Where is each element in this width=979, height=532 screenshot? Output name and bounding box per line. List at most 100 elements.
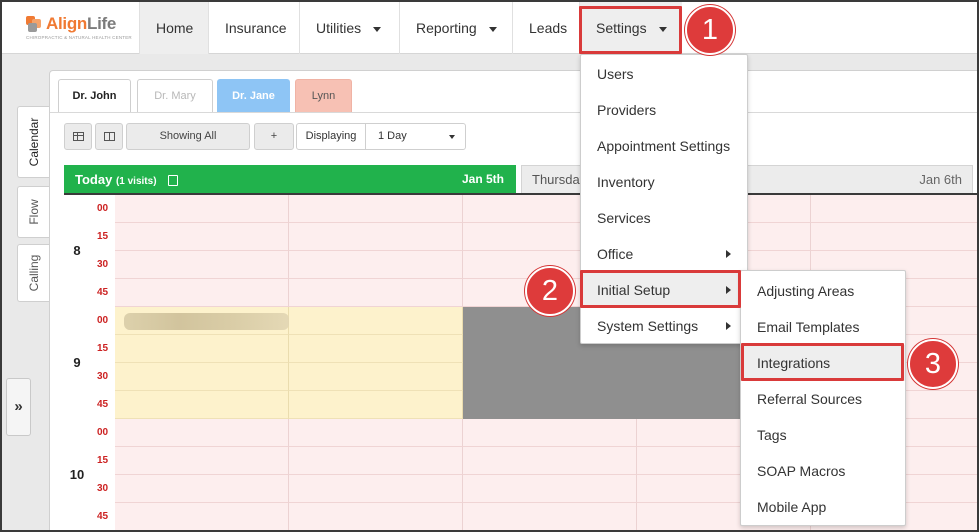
logo-tagline: CHIROPRACTIC & NATURAL HEALTH CENTER <box>26 35 132 40</box>
menu-item-users[interactable]: Users <box>581 56 747 92</box>
double-chevron-right-icon: » <box>14 398 23 415</box>
menu-item-soap-macros[interactable]: SOAP Macros <box>741 453 905 489</box>
appointment-slot[interactable] <box>289 391 463 419</box>
minute-label: 30 <box>90 475 115 503</box>
menu-item-tags-label: Tags <box>757 427 787 443</box>
menu-item-office[interactable]: Office <box>581 236 747 272</box>
column-view-button[interactable] <box>95 123 123 150</box>
time-slot[interactable] <box>115 223 289 251</box>
add-button[interactable]: + <box>254 123 294 150</box>
expand-sidebar-button[interactable]: » <box>6 378 31 436</box>
time-slot[interactable] <box>115 447 289 475</box>
chevron-right-icon <box>726 322 731 330</box>
menu-item-mobile-app[interactable]: Mobile App <box>741 489 905 525</box>
app-window: AlignLife CHIROPRACTIC & NATURAL HEALTH … <box>0 0 979 532</box>
displaying-label: Displaying <box>305 130 357 142</box>
time-slot[interactable] <box>289 251 463 279</box>
note-icon[interactable] <box>168 175 179 187</box>
time-slot[interactable] <box>115 251 289 279</box>
showing-all-button[interactable]: Showing All <box>126 123 250 150</box>
next-day-label: Thursday <box>532 172 587 187</box>
time-slot[interactable] <box>289 223 463 251</box>
menu-item-services[interactable]: Services <box>581 200 747 236</box>
nav-leads-label: Leads <box>529 20 568 36</box>
side-tab-calling-label: Calling <box>27 254 41 292</box>
logo-wordmark: AlignLife <box>46 14 117 33</box>
chevron-down-icon <box>449 135 455 139</box>
appointment-slot[interactable] <box>115 363 289 391</box>
minute-label: 30 <box>90 363 115 391</box>
time-slot[interactable] <box>289 279 463 307</box>
highlight-settings <box>579 6 682 54</box>
highlight-integrations <box>741 343 904 381</box>
plus-icon: + <box>270 130 278 142</box>
menu-item-referral-sources[interactable]: Referral Sources <box>741 381 905 417</box>
side-tab-calendar[interactable]: Calendar <box>17 106 50 178</box>
menu-item-adjusting-areas[interactable]: Adjusting Areas <box>741 273 905 309</box>
menu-item-office-label: Office <box>597 246 634 262</box>
today-visits: (1 visits) <box>115 176 157 187</box>
hour-label: 9 <box>64 307 90 419</box>
minute-label: 30 <box>90 251 115 279</box>
time-slot[interactable] <box>289 195 463 223</box>
menu-item-system-settings[interactable]: System Settings <box>581 308 747 344</box>
menu-item-inventory[interactable]: Inventory <box>581 164 747 200</box>
time-slot[interactable] <box>463 419 637 447</box>
top-nav: AlignLife CHIROPRACTIC & NATURAL HEALTH … <box>2 2 977 54</box>
appointment-slot[interactable] <box>115 335 289 363</box>
time-slot[interactable] <box>289 503 463 530</box>
tab-dr-mary-label: Dr. Mary <box>154 90 196 102</box>
nav-utilities[interactable]: Utilities <box>299 2 400 54</box>
tab-dr-mary[interactable]: Dr. Mary <box>137 79 213 112</box>
time-slot[interactable] <box>115 419 289 447</box>
nav-insurance[interactable]: Insurance <box>208 2 300 54</box>
side-tab-flow[interactable]: Flow <box>17 186 50 238</box>
nav-reporting[interactable]: Reporting <box>399 2 513 54</box>
chevron-down-icon <box>373 26 382 32</box>
callout-badge-1: 1 <box>685 5 735 55</box>
time-slot[interactable] <box>115 195 289 223</box>
tab-dr-john-label: Dr. John <box>72 90 117 102</box>
tab-lynn-label: Lynn <box>311 90 336 102</box>
appointment-slot[interactable] <box>289 335 463 363</box>
range-select-value: 1 Day <box>378 130 407 142</box>
time-slot[interactable] <box>289 419 463 447</box>
time-slot[interactable] <box>115 503 289 530</box>
nav-leads[interactable]: Leads <box>512 2 580 54</box>
minute-label: 15 <box>90 223 115 251</box>
time-slot[interactable] <box>463 447 637 475</box>
time-slot[interactable] <box>115 475 289 503</box>
tab-dr-john[interactable]: Dr. John <box>58 79 131 112</box>
menu-item-email-templates[interactable]: Email Templates <box>741 309 905 345</box>
appointment-slot[interactable] <box>289 363 463 391</box>
nav-home[interactable]: Home <box>139 2 209 54</box>
menu-item-tags[interactable]: Tags <box>741 417 905 453</box>
today-date: Jan 5th <box>461 172 504 186</box>
time-slot[interactable] <box>463 475 637 503</box>
time-slot[interactable] <box>811 223 977 251</box>
tab-dr-jane[interactable]: Dr. Jane <box>217 79 290 112</box>
menu-item-providers[interactable]: Providers <box>581 92 747 128</box>
menu-item-soap-macros-label: SOAP Macros <box>757 463 846 479</box>
grid-view-button[interactable] <box>64 123 92 150</box>
grid-view-icon <box>72 131 84 141</box>
tab-lynn[interactable]: Lynn <box>295 79 352 112</box>
appointment-slot[interactable] <box>289 307 463 335</box>
alignlife-logo[interactable]: AlignLife CHIROPRACTIC & NATURAL HEALTH … <box>26 14 132 42</box>
time-slot[interactable] <box>115 279 289 307</box>
blurred-patient-name[interactable] <box>124 313 289 330</box>
time-slot[interactable] <box>289 475 463 503</box>
time-slot[interactable] <box>463 503 637 530</box>
range-select[interactable]: 1 Day <box>365 123 466 150</box>
tab-dr-jane-label: Dr. Jane <box>232 90 275 102</box>
time-slot[interactable] <box>811 195 977 223</box>
side-tab-calling[interactable]: Calling <box>17 244 50 302</box>
nav-insurance-label: Insurance <box>225 20 287 36</box>
menu-item-appointment-settings[interactable]: Appointment Settings <box>581 128 747 164</box>
nav-home-label: Home <box>156 20 194 36</box>
hour-label: 8 <box>64 195 90 307</box>
appointment-slot[interactable] <box>115 391 289 419</box>
blocked-slot[interactable] <box>463 391 637 419</box>
blocked-slot[interactable] <box>463 363 637 391</box>
time-slot[interactable] <box>289 447 463 475</box>
